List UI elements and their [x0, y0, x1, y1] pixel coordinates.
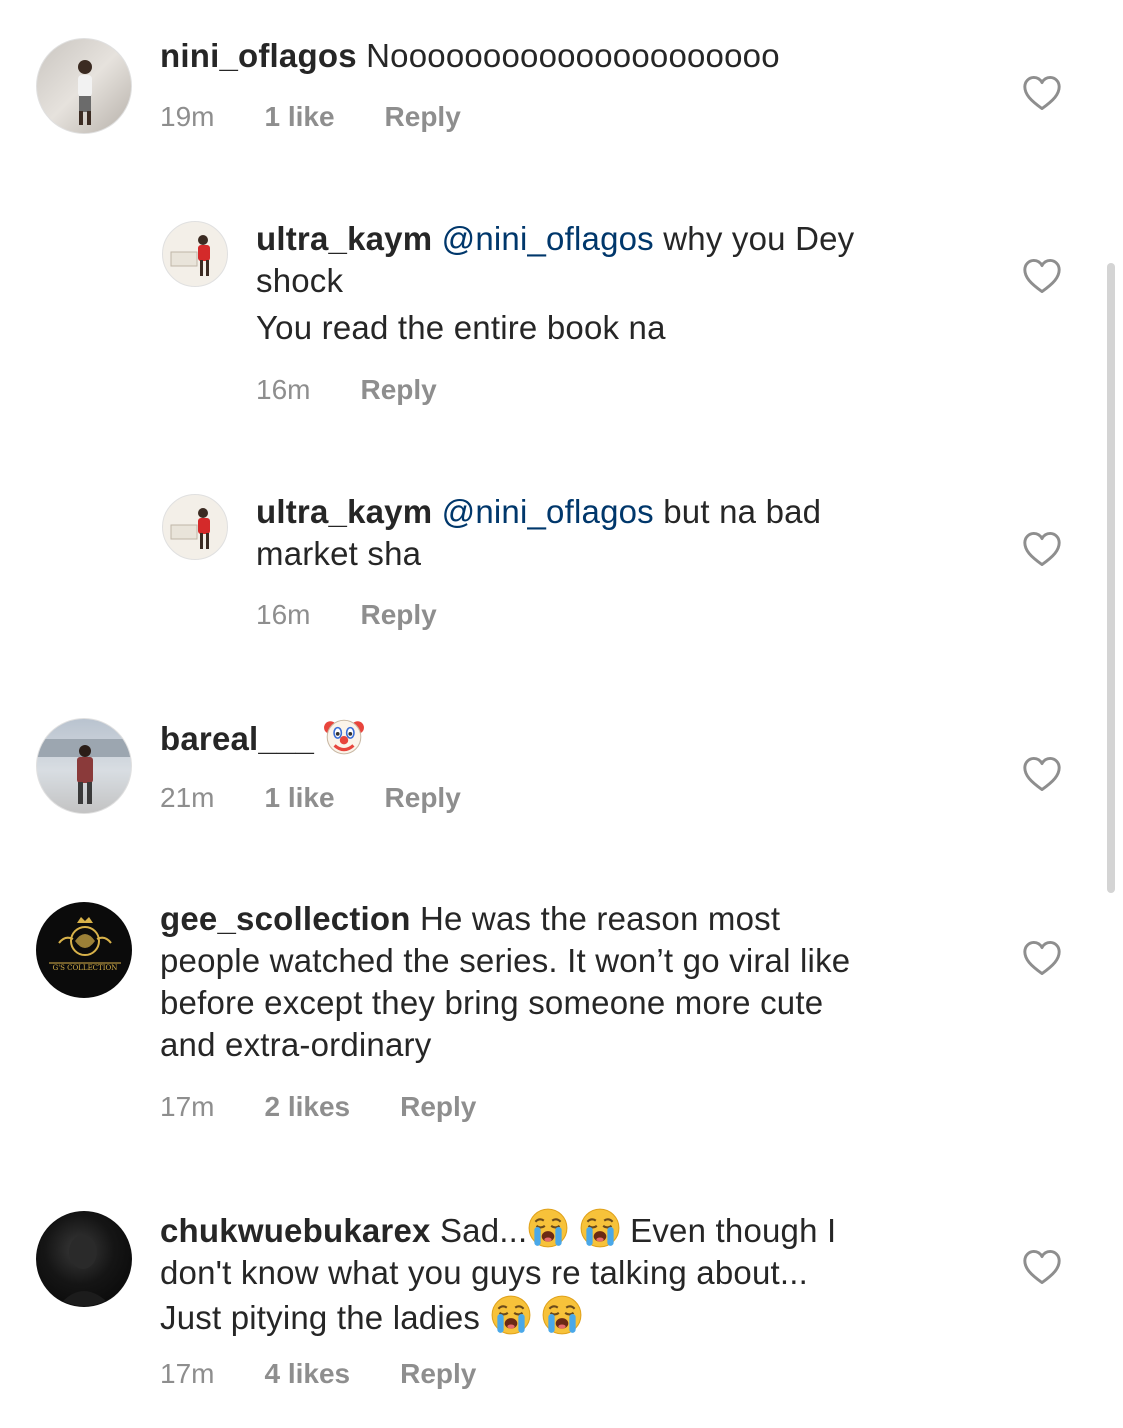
avatar[interactable]: [36, 38, 132, 134]
username[interactable]: ultra_kaym: [256, 220, 432, 257]
comment-body: don't know what you guys re talking abou…: [160, 1254, 808, 1291]
comment-body: You read the entire book na: [256, 309, 666, 346]
comment-meta: 21m 1 like Reply: [160, 782, 461, 814]
avatar[interactable]: [36, 1211, 132, 1307]
comment-body: Even though I: [630, 1212, 837, 1249]
brand-logo-avatar-icon: G'S COLLECTION: [49, 917, 121, 972]
likes-count[interactable]: 1 like: [264, 782, 334, 814]
comment-body: why you Dey: [663, 220, 855, 257]
loudly-crying-face-emoji-icon: [490, 1294, 532, 1336]
username[interactable]: bareal___: [160, 720, 314, 757]
user-photo-avatar-icon: [58, 1235, 112, 1306]
heart-icon[interactable]: [1022, 940, 1062, 976]
likes-count[interactable]: 2 likes: [264, 1091, 350, 1123]
username[interactable]: gee_scollection: [160, 900, 411, 937]
user-photo-avatar-icon: [170, 235, 210, 276]
likes-count[interactable]: 4 likes: [264, 1358, 350, 1390]
heart-icon[interactable]: [1022, 531, 1062, 567]
heart-icon[interactable]: [1022, 75, 1062, 111]
timestamp: 17m: [160, 1091, 215, 1122]
comment-body: shock: [256, 262, 344, 299]
comment-meta: 16m Reply: [256, 374, 437, 406]
avatar[interactable]: G'S COLLECTION: [36, 902, 132, 998]
username[interactable]: chukwuebukarex: [160, 1212, 431, 1249]
comment-text: ultra_kaym @nini_oflagos but na bad mark…: [256, 491, 976, 575]
heart-icon[interactable]: [1022, 258, 1062, 294]
mention-link[interactable]: @nini_oflagos: [442, 493, 654, 530]
avatar[interactable]: [162, 494, 228, 560]
timestamp: 21m: [160, 782, 215, 813]
comment-body: Nooooooooooooooooooooo: [366, 37, 780, 74]
timestamp: 16m: [256, 599, 311, 630]
comment-text: ultra_kaym @nini_oflagos why you Dey sho…: [256, 218, 976, 349]
comment-body: Just pitying the ladies: [160, 1299, 481, 1336]
comment-body: He was the reason most: [419, 900, 781, 937]
reply-button[interactable]: Reply: [360, 374, 436, 406]
comment-text: nini_oflagos Nooooooooooooooooooooo: [160, 35, 780, 77]
loudly-crying-face-emoji-icon: [579, 1207, 621, 1249]
avatar[interactable]: [36, 718, 132, 814]
loudly-crying-face-emoji-icon: [541, 1294, 583, 1336]
comment-meta: 17m 4 likes Reply: [160, 1358, 476, 1390]
reply-button[interactable]: Reply: [400, 1091, 476, 1123]
avatar[interactable]: [162, 221, 228, 287]
comment-body: and extra-ordinary: [160, 1026, 432, 1063]
comment-text: chukwuebukarex Sad... Even though I don'…: [160, 1207, 980, 1339]
loudly-crying-face-emoji-icon: [527, 1207, 569, 1249]
comment-body: people watched the series. It won’t go v…: [160, 942, 851, 979]
comment-body: market sha: [256, 535, 422, 572]
comment-meta: 19m 1 like Reply: [160, 101, 461, 133]
reply-button[interactable]: Reply: [360, 599, 436, 631]
scrollbar[interactable]: [1107, 263, 1115, 893]
comment-text: gee_scollection He was the reason most p…: [160, 898, 980, 1066]
comment-body: before except they bring someone more cu…: [160, 984, 824, 1021]
comment-text: bareal___: [160, 715, 365, 760]
comment-body: but na bad: [663, 493, 822, 530]
username[interactable]: nini_oflagos: [160, 37, 357, 74]
comment-meta: 16m Reply: [256, 599, 437, 631]
user-photo-avatar-icon: [170, 508, 210, 549]
reply-button[interactable]: Reply: [385, 782, 461, 814]
timestamp: 19m: [160, 101, 215, 132]
avatar-brand-text: G'S COLLECTION: [53, 964, 118, 972]
timestamp: 17m: [160, 1358, 215, 1389]
heart-icon[interactable]: [1022, 1249, 1062, 1285]
user-photo-avatar-icon: [78, 60, 92, 125]
timestamp: 16m: [256, 374, 311, 405]
reply-button[interactable]: Reply: [385, 101, 461, 133]
user-photo-avatar-icon: [37, 739, 131, 804]
comment-body: Sad...: [439, 1212, 528, 1249]
clown-face-emoji-icon: [323, 715, 365, 757]
likes-count[interactable]: 1 like: [264, 101, 334, 133]
heart-icon[interactable]: [1022, 756, 1062, 792]
username[interactable]: ultra_kaym: [256, 493, 432, 530]
comment-meta: 17m 2 likes Reply: [160, 1091, 476, 1123]
mention-link[interactable]: @nini_oflagos: [442, 220, 654, 257]
reply-button[interactable]: Reply: [400, 1358, 476, 1390]
